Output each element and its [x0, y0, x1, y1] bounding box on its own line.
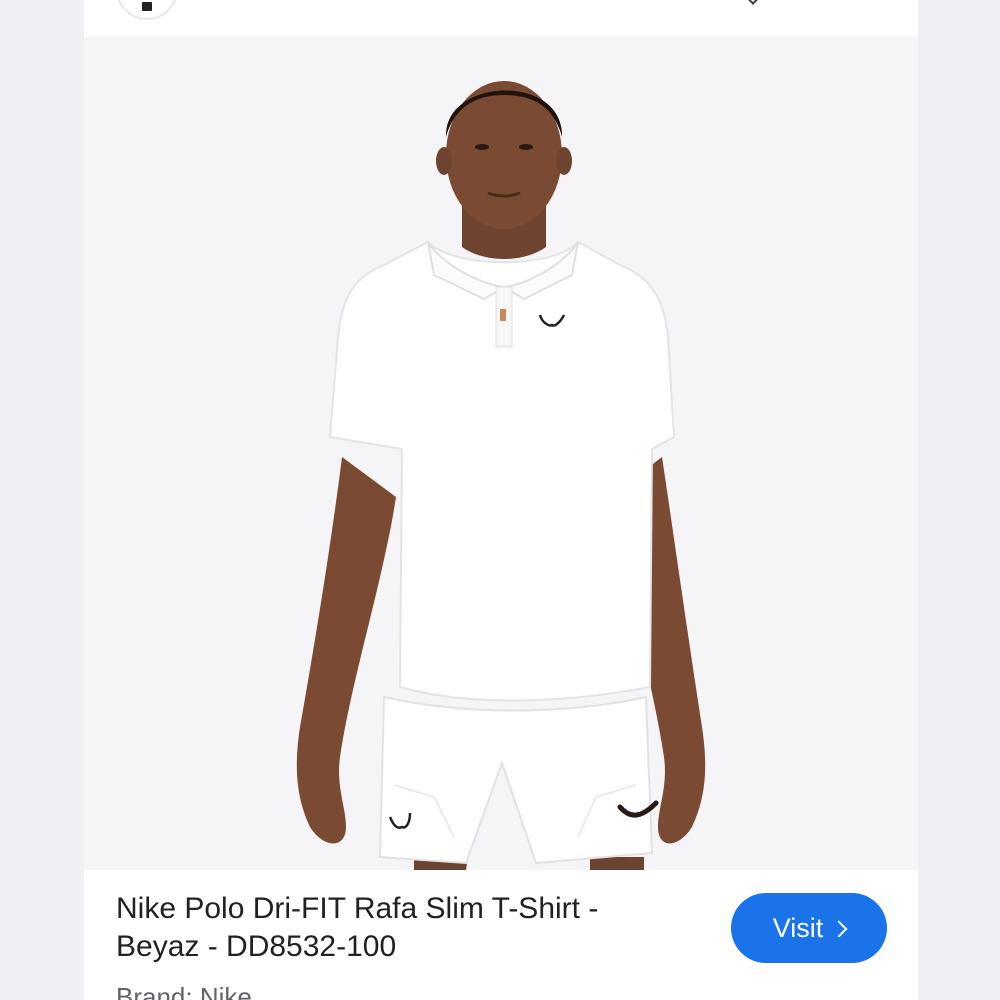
chevron-right-icon	[830, 920, 848, 937]
brand-text: Brand: Nike	[116, 982, 252, 1000]
product-card: Nike Polo Dri-FIT Rafa Slim T-Shirt - Be…	[84, 0, 918, 1000]
site-favicon-icon[interactable]	[116, 0, 178, 20]
product-info: Nike Polo Dri-FIT Rafa Slim T-Shirt - Be…	[84, 870, 918, 1000]
visit-button-label: Visit	[772, 912, 824, 943]
product-title[interactable]: Nike Polo Dri-FIT Rafa Slim T-Shirt - Be…	[116, 890, 676, 966]
product-image[interactable]	[84, 37, 918, 870]
chevron-down-icon[interactable]	[743, 0, 763, 5]
visit-button[interactable]: Visit	[731, 893, 887, 963]
result-header	[84, 0, 918, 37]
